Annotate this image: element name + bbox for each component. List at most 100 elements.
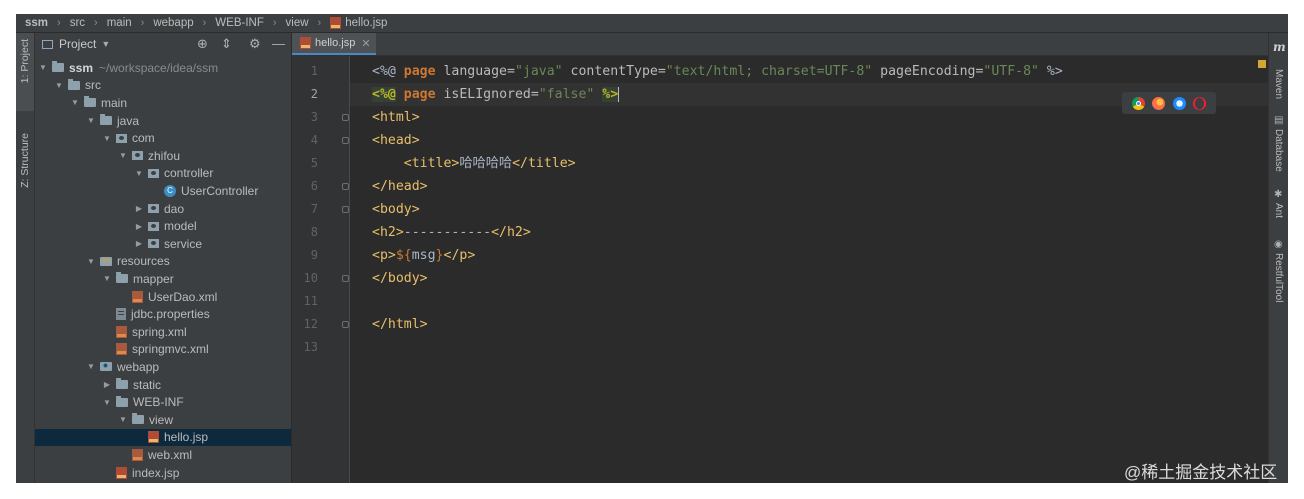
tree-item[interactable]: ▼ view — [35, 411, 291, 429]
tree-item[interactable]: ▶ service — [35, 235, 291, 253]
fold-marker-icon[interactable] — [342, 137, 349, 144]
breadcrumb-item[interactable]: view › — [277, 17, 322, 29]
tree-item[interactable]: ▶web.xml — [35, 446, 291, 464]
safari-icon[interactable] — [1172, 96, 1186, 110]
right-tool-tab[interactable]: ◉ RestfulTool — [1269, 239, 1288, 319]
right-tool-tab-label: Ant — [1273, 203, 1284, 219]
breadcrumb-item[interactable]: webapp › — [144, 17, 206, 29]
tree-item[interactable]: ▼ controller — [35, 165, 291, 183]
fold-marker-icon[interactable] — [342, 275, 349, 282]
structure-tool-tab[interactable]: Z: Structure — [16, 129, 34, 209]
tree-item[interactable]: ▼ com — [35, 129, 291, 147]
tab-hello-jsp[interactable]: hello.jsp ✕ — [292, 33, 376, 55]
chevron-right-icon[interactable]: ▶ — [134, 204, 144, 213]
inspection-status-icon[interactable] — [1258, 60, 1266, 68]
right-tool-tab-label: Maven — [1273, 69, 1284, 100]
collapse-all-icon[interactable]: ⇕ — [221, 36, 232, 52]
close-icon[interactable]: ✕ — [361, 37, 370, 50]
tree-item-label: hello.jsp — [164, 430, 209, 445]
chevron-right-icon[interactable]: ▶ — [102, 380, 112, 389]
hide-panel-icon[interactable]: — — [272, 36, 285, 52]
code-token: <p> — [372, 248, 396, 263]
breadcrumb-item[interactable]: main › — [98, 17, 145, 29]
tree-item[interactable]: ▶spring.xml — [35, 323, 291, 341]
chevron-down-icon[interactable]: ▼ — [118, 151, 128, 160]
code-token: %> — [602, 87, 619, 102]
tree-item[interactable]: ▼ mapper — [35, 270, 291, 288]
right-tool-tab[interactable]: ▤ Database — [1269, 115, 1288, 195]
project-tool-tab[interactable]: 1: Project — [16, 33, 34, 111]
opera-icon[interactable] — [1193, 96, 1207, 110]
chevron-down-icon[interactable]: ▼ — [102, 274, 112, 283]
code-line[interactable]: <%@ page language="java" contentType="te… — [350, 60, 1268, 83]
fold-marker-icon[interactable] — [342, 114, 349, 121]
chevron-down-icon[interactable]: ▼ — [134, 169, 144, 178]
tree-item-label: index.jsp — [132, 465, 180, 480]
tree-item[interactable]: ▼ resources — [35, 253, 291, 271]
chevron-down-icon[interactable]: ▼ — [86, 362, 96, 371]
chrome-icon[interactable] — [1131, 96, 1145, 110]
tree-item[interactable]: ▶ static — [35, 376, 291, 394]
tree-item[interactable]: ▶jdbc.properties — [35, 305, 291, 323]
firefox-icon[interactable] — [1152, 96, 1166, 110]
code-token: </title> — [512, 156, 576, 171]
breadcrumb-item[interactable]: src › — [61, 17, 98, 29]
jsp-file-icon — [300, 37, 311, 49]
fold-marker-icon[interactable] — [342, 206, 349, 213]
gear-icon[interactable]: ⚙ — [249, 36, 261, 52]
code-token: </p> — [443, 248, 476, 263]
tree-item[interactable]: ▼ src — [35, 77, 291, 95]
locate-icon[interactable]: ⊕ — [197, 36, 208, 52]
tree-item[interactable]: ▶hello.jsp — [35, 428, 291, 447]
tree-item[interactable]: ▶ model — [35, 217, 291, 235]
breadcrumb-item[interactable]: hello.jsp — [321, 17, 387, 29]
tree-item[interactable]: ▼ WEB-INF — [35, 393, 291, 411]
code-line[interactable]: </html> — [350, 313, 1268, 336]
tree-item[interactable]: ▶ dao — [35, 200, 291, 218]
chevron-down-icon[interactable]: ▼ — [38, 63, 48, 72]
tree-item[interactable]: ▶UserDao.xml — [35, 288, 291, 306]
chevron-down-icon[interactable]: ▼ — [70, 98, 80, 107]
folder-icon — [116, 272, 128, 284]
fold-marker-icon[interactable] — [342, 321, 349, 328]
code-line[interactable] — [350, 290, 1268, 313]
line-number: 1 — [310, 64, 318, 78]
code-token: msg — [411, 248, 436, 263]
code-line[interactable]: <p>${msg}</p> — [350, 244, 1268, 267]
chevron-down-icon[interactable]: ▼ — [101, 39, 110, 49]
tree-item[interactable]: ▶index.jsp — [35, 464, 291, 482]
fold-marker-icon[interactable] — [342, 183, 349, 190]
code-line[interactable] — [350, 336, 1268, 359]
tree-item[interactable]: ▼ main — [35, 94, 291, 112]
chevron-down-icon[interactable]: ▼ — [86, 116, 96, 125]
code-line[interactable]: </body> — [350, 267, 1268, 290]
chevron-down-icon[interactable]: ▼ — [86, 257, 96, 266]
code-line[interactable]: <body> — [350, 198, 1268, 221]
code-editor[interactable]: <%@ page language="java" contentType="te… — [350, 56, 1268, 483]
chevron-down-icon[interactable]: ▼ — [54, 81, 64, 90]
code-line[interactable]: </head> — [350, 175, 1268, 198]
tree-item[interactable]: ▼ webapp — [35, 358, 291, 376]
chevron-down-icon[interactable]: ▼ — [102, 134, 112, 143]
chevron-right-icon[interactable]: ▶ — [134, 239, 144, 248]
tree-item[interactable]: ▶springmvc.xml — [35, 341, 291, 359]
chevron-down-icon[interactable]: ▼ — [102, 398, 112, 407]
chevron-down-icon[interactable]: ▼ — [118, 415, 128, 424]
tree-item[interactable]: ▼ java — [35, 112, 291, 130]
breadcrumb-item[interactable]: ssm › — [16, 17, 61, 29]
tree-item[interactable]: ▼ ssm ~/workspace/idea/ssm — [35, 59, 291, 77]
web-folder-icon — [100, 362, 112, 372]
code-line[interactable]: <head> — [350, 129, 1268, 152]
tree-item-label: jdbc.properties — [131, 307, 210, 322]
code-token: </body> — [372, 271, 428, 286]
code-line[interactable]: <title>哈哈哈哈</title> — [350, 152, 1268, 175]
code-token: <%@ — [372, 64, 404, 79]
chevron-right-icon[interactable]: ▶ — [134, 222, 144, 231]
code-line[interactable]: <h2>-----------</h2> — [350, 221, 1268, 244]
tree-item[interactable]: ▶CUserController — [35, 182, 291, 200]
breadcrumb-item[interactable]: WEB-INF › — [206, 17, 276, 29]
tree-item-label: view — [149, 412, 174, 427]
project-panel-title[interactable]: Project — [59, 37, 96, 51]
tree-item-label: controller — [164, 166, 214, 181]
tree-item[interactable]: ▼ zhifou — [35, 147, 291, 165]
